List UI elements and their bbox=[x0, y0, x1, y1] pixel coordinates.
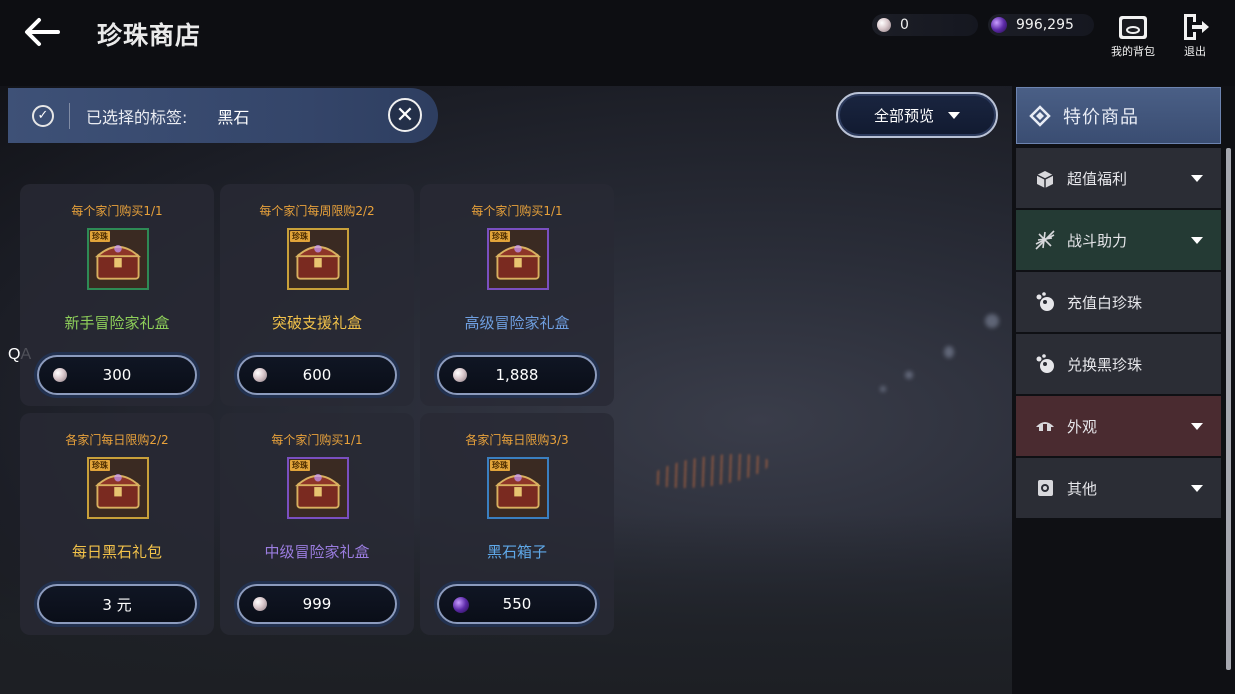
sidebar-item[interactable]: 外观 bbox=[1016, 396, 1221, 456]
chevron-down-icon bbox=[1191, 237, 1203, 244]
treasure-chest-icon: 珍珠 bbox=[487, 228, 549, 290]
back-button[interactable] bbox=[22, 14, 62, 50]
buy-button[interactable]: 300 bbox=[37, 355, 197, 395]
product-name: 黑石箱子 bbox=[486, 543, 547, 561]
black-pearl-count: 996,295 bbox=[1016, 17, 1074, 33]
clear-tag-button[interactable]: ✕ bbox=[388, 98, 422, 132]
preview-all-dropdown[interactable]: 全部预览 bbox=[836, 92, 998, 138]
black-pearl-icon bbox=[991, 17, 1007, 33]
bag-icon bbox=[1119, 16, 1147, 39]
sidebar-item-label: 战斗助力 bbox=[1067, 231, 1128, 250]
sidebar-item-label: 兑换黑珍珠 bbox=[1067, 355, 1143, 374]
buy-button[interactable]: 550 bbox=[437, 584, 597, 624]
check-icon: ✓ bbox=[32, 104, 54, 127]
pearl-tag-badge: 珍珠 bbox=[290, 460, 310, 471]
black-pearl-balance: 996,295 bbox=[988, 14, 1094, 36]
product-card[interactable]: 每个家门每周限购2/2 珍珠突破支援礼盒 600 bbox=[220, 184, 414, 406]
treasure-chest-icon: 珍珠 bbox=[87, 457, 149, 519]
purchase-limit: 每个家门每周限购2/2 bbox=[259, 204, 375, 218]
diamond-icon bbox=[1029, 104, 1051, 127]
sidebar-item-label: 超值福利 bbox=[1067, 169, 1128, 188]
sidebar-scrollbar[interactable] bbox=[1226, 148, 1231, 670]
chevron-down-icon bbox=[1191, 485, 1203, 492]
page-title: 珍珠商店 bbox=[97, 21, 202, 50]
product-card[interactable]: 每个家门购买1/1 珍珠高级冒险家礼盒 1,888 bbox=[420, 184, 614, 406]
exit-icon bbox=[1184, 14, 1209, 40]
inventory-label: 我的背包 bbox=[1111, 45, 1155, 58]
buy-button[interactable]: 1,888 bbox=[437, 355, 597, 395]
sidebar-item-label: 其他 bbox=[1067, 479, 1098, 498]
treasure-chest-icon: 珍珠 bbox=[287, 457, 349, 519]
helmet-icon bbox=[1034, 415, 1056, 437]
sidebar-item-special-offers[interactable]: 特价商品 bbox=[1016, 87, 1221, 144]
buy-button[interactable]: 3 元 bbox=[37, 584, 197, 624]
category-sidebar: 特价商品 超值福利战斗助力充值白珍珠兑换黑珍珠外观其他 bbox=[1012, 86, 1235, 694]
sidebar-item[interactable]: 兑换黑珍珠 bbox=[1016, 334, 1221, 394]
product-card[interactable]: 各家门每日限购3/3 珍珠黑石箱子 550 bbox=[420, 413, 614, 635]
sidebar-item-label: 外观 bbox=[1067, 417, 1098, 436]
purchase-limit: 每个家门购买1/1 bbox=[71, 204, 163, 218]
exit-label: 退出 bbox=[1184, 45, 1206, 58]
pearl-tag-badge: 珍珠 bbox=[490, 460, 510, 471]
treasure-chest-icon: 珍珠 bbox=[487, 457, 549, 519]
burst-icon bbox=[1034, 229, 1056, 251]
pearl-tag-badge: 珍珠 bbox=[90, 460, 110, 471]
product-name: 高级冒险家礼盒 bbox=[464, 314, 570, 332]
buy-button[interactable]: 600 bbox=[237, 355, 397, 395]
top-bar: 珍珠商店 0 996,295 我的背包 退出 bbox=[0, 0, 1235, 86]
pearl-tag-badge: 珍珠 bbox=[490, 231, 510, 242]
treasure-chest-icon: 珍珠 bbox=[87, 228, 149, 290]
product-name: 新手冒险家礼盒 bbox=[64, 314, 170, 332]
price-value: 550 bbox=[502, 595, 532, 613]
price-value: 999 bbox=[302, 595, 332, 613]
white-pearl-balance: 0 bbox=[872, 14, 978, 36]
white-pearl-icon bbox=[877, 18, 891, 32]
sidebar-item[interactable]: 充值白珍珠 bbox=[1016, 272, 1221, 332]
preview-all-label: 全部预览 bbox=[873, 106, 934, 125]
arrow-left-icon bbox=[25, 18, 60, 46]
sidebar-item[interactable]: 其他 bbox=[1016, 458, 1221, 518]
sidebar-item-label: 特价商品 bbox=[1063, 106, 1139, 128]
chevron-down-icon bbox=[1191, 423, 1203, 430]
pearl-cluster-icon bbox=[1034, 291, 1056, 313]
buy-button[interactable]: 999 bbox=[237, 584, 397, 624]
price-value: 3 元 bbox=[102, 595, 132, 614]
treasure-chest-icon: 珍珠 bbox=[287, 228, 349, 290]
exit-button[interactable]: 退出 bbox=[1180, 12, 1210, 59]
selected-tag-label: 已选择的标签: bbox=[86, 107, 188, 127]
product-name: 中级冒险家礼盒 bbox=[264, 543, 370, 561]
product-card[interactable]: 各家门每日限购2/2 珍珠每日黑石礼包 3 元 bbox=[20, 413, 214, 635]
chevron-down-icon bbox=[1191, 175, 1203, 182]
white-pearl-count: 0 bbox=[900, 17, 909, 33]
product-name: 突破支援礼盒 bbox=[271, 314, 362, 332]
close-icon: ✕ bbox=[395, 102, 415, 128]
pearl-tag-badge: 珍珠 bbox=[290, 231, 310, 242]
pearl-cluster-icon bbox=[1034, 353, 1056, 375]
product-name: 每日黑石礼包 bbox=[71, 543, 162, 561]
purchase-limit: 每个家门购买1/1 bbox=[471, 204, 563, 218]
selected-tag-value: 黑石 bbox=[217, 107, 250, 127]
product-card[interactable]: 每个家门购买1/1 珍珠新手冒险家礼盒 300 bbox=[20, 184, 214, 406]
selected-tag-bar: ✓ 已选择的标签: 黑石 ✕ bbox=[8, 88, 438, 143]
price-value: 600 bbox=[302, 366, 332, 384]
chevron-down-icon bbox=[948, 111, 960, 119]
scroll-icon bbox=[1034, 477, 1056, 499]
purchase-limit: 各家门每日限购2/2 bbox=[65, 433, 169, 447]
price-value: 300 bbox=[102, 366, 132, 384]
sidebar-item[interactable]: 战斗助力 bbox=[1016, 210, 1221, 270]
price-value: 1,888 bbox=[495, 366, 539, 384]
gift-box-icon bbox=[1034, 167, 1056, 189]
sidebar-item-label: 充值白珍珠 bbox=[1067, 293, 1143, 312]
inventory-button[interactable]: 我的背包 bbox=[1108, 12, 1158, 59]
purchase-limit: 每个家门购买1/1 bbox=[271, 433, 363, 447]
sidebar-item[interactable]: 超值福利 bbox=[1016, 148, 1221, 208]
pearl-tag-badge: 珍珠 bbox=[90, 231, 110, 242]
product-card[interactable]: 每个家门购买1/1 珍珠中级冒险家礼盒 999 bbox=[220, 413, 414, 635]
purchase-limit: 各家门每日限购3/3 bbox=[465, 433, 569, 447]
